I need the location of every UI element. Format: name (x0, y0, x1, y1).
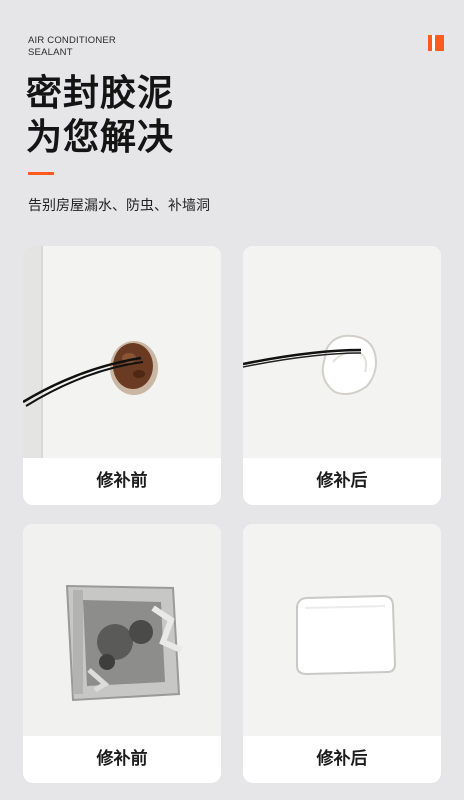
junction-box-photo (23, 524, 221, 736)
wall-patched-photo (243, 246, 441, 458)
before-card-junction-box: 修补前 (23, 524, 221, 783)
subtitle: 告别房屋漏水、防虫、补墙洞 (28, 198, 210, 214)
before-card-cable-hole: 修补前 (23, 246, 221, 505)
accent-mark (428, 35, 444, 51)
patched-square-photo (243, 524, 441, 736)
card-label: 修补后 (316, 471, 368, 491)
accent-underline (28, 172, 54, 175)
eyebrow-line-1: AIR CONDITIONER (28, 35, 116, 46)
card-label: 修补后 (316, 749, 368, 769)
eyebrow-text: AIR CONDITIONER SEALANT (28, 35, 116, 59)
card-label: 修补前 (96, 471, 148, 491)
headline: 密封胶泥 为您解决 (26, 72, 174, 160)
headline-line-2: 为您解决 (26, 117, 175, 158)
after-card-cable-hole: 修补后 (243, 246, 441, 505)
card-label: 修补前 (96, 749, 148, 769)
headline-line-1: 密封胶泥 (26, 73, 175, 114)
wall-hole-photo (23, 246, 221, 458)
after-card-junction-box: 修补后 (243, 524, 441, 783)
eyebrow-line-2: SEALANT (28, 47, 73, 58)
